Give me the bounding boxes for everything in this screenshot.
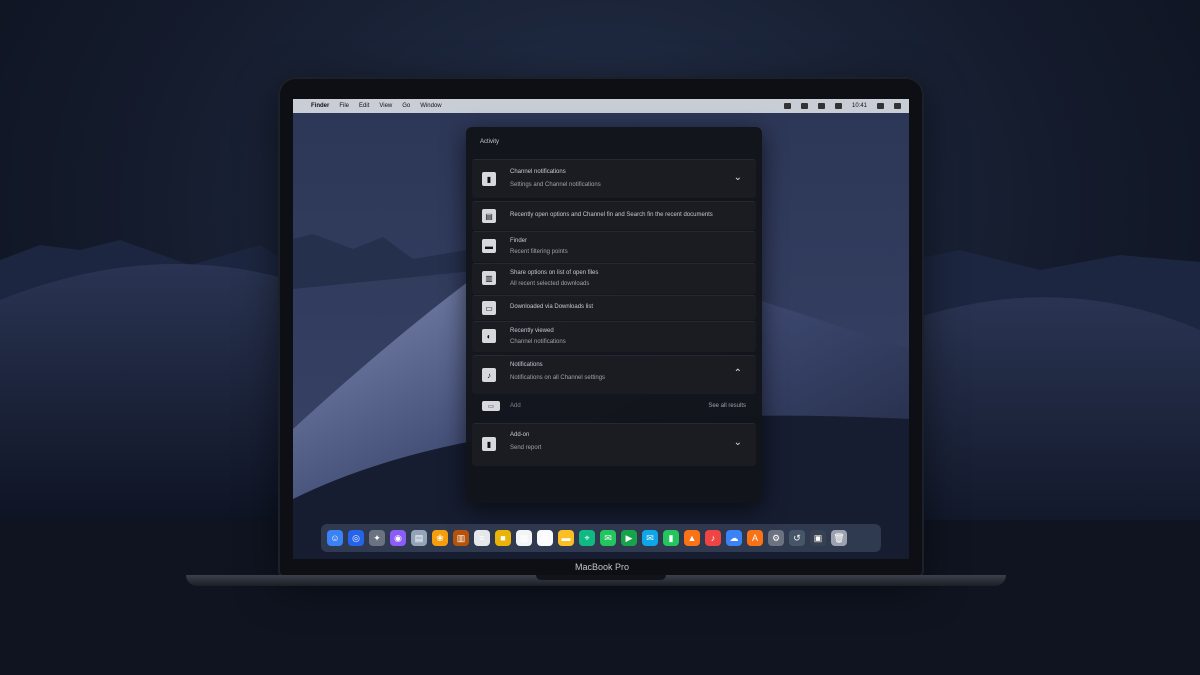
trash-icon[interactable]: 🗑: [831, 530, 847, 546]
menu-item-edit[interactable]: Edit: [359, 103, 369, 109]
row-subtitle: Recent filtering points: [510, 249, 568, 255]
messages-icon[interactable]: ✉: [600, 530, 616, 546]
tag-icon: ▭: [482, 401, 500, 411]
row-title: Recently viewed: [510, 328, 554, 334]
list-item[interactable]: ▤ Recently open options and Channel fin …: [472, 201, 756, 230]
list-item[interactable]: ▮ Add-on Send report ⌄: [472, 423, 756, 466]
photos-icon[interactable]: ❀: [432, 530, 448, 546]
row-subtitle: Channel notifications: [510, 339, 566, 345]
bell-icon: ♪: [482, 368, 496, 382]
list-item[interactable]: ▭ Downloaded via Downloads list: [472, 295, 756, 320]
wifi-icon[interactable]: [817, 103, 825, 109]
dock: ☺ ◎ ✦ ◉ ▤ ❀ ▥ ≡ ■ ▦ ≣ ▬ ⌖ ✉ ▶ ✉ ▮ ▲ ♪ ☁ A ⚙ ↺ ▣ 🗑: [321, 524, 881, 552]
notes-icon[interactable]: ≡: [474, 530, 490, 546]
panel-title: Activity: [480, 139, 500, 145]
launchpad-icon[interactable]: ✦: [369, 530, 385, 546]
list-item[interactable]: ▥ Share options on list of open files Al…: [472, 263, 756, 294]
row-subtitle: Notifications on all Channel settings: [510, 375, 606, 381]
menu-item-window[interactable]: Window: [420, 103, 441, 109]
finder-window-icon: ▬: [482, 239, 496, 253]
menubar-clock[interactable]: 10:41: [852, 103, 867, 109]
list-item[interactable]: ▭ Add See all results: [472, 397, 756, 419]
row-title: Add-on: [510, 432, 530, 438]
safari-icon[interactable]: ◎: [348, 530, 364, 546]
device-label: MacBook Pro: [574, 562, 630, 572]
row-subtitle: Settings and Channel notifications: [510, 182, 601, 188]
list-item[interactable]: ▮ Channel notifications Settings and Cha…: [472, 159, 756, 198]
battery-icon[interactable]: [783, 103, 791, 109]
menu-item-file[interactable]: File: [339, 103, 349, 109]
settings-icon[interactable]: ⚙: [768, 530, 784, 546]
chevron-down-icon[interactable]: ⌄: [734, 172, 742, 183]
textedit-icon[interactable]: ≣: [537, 530, 553, 546]
row-title: Finder: [510, 238, 528, 244]
add-on-icon: ▮: [482, 437, 496, 451]
timemachine-icon[interactable]: ↺: [789, 530, 805, 546]
row-title: Notifications: [510, 362, 543, 368]
mail-icon[interactable]: ✉: [642, 530, 658, 546]
siri-icon[interactable]: ◉: [390, 530, 406, 546]
download-icon: ▭: [482, 301, 496, 315]
app-store-icon[interactable]: A: [747, 530, 763, 546]
menu-item-go[interactable]: Go: [402, 103, 410, 109]
facetime-icon[interactable]: ▶: [621, 530, 637, 546]
row-subtitle: All recent selected downloads: [510, 281, 590, 287]
document-icon: ▮: [482, 172, 496, 186]
preview-icon[interactable]: ▤: [411, 530, 427, 546]
row-title: Add: [510, 403, 521, 409]
numbers-icon[interactable]: ▮: [663, 530, 679, 546]
icloud-icon[interactable]: ☁: [726, 530, 742, 546]
finder-icon[interactable]: ☺: [327, 530, 343, 546]
list-item[interactable]: ◐ Recently viewed Channel notifications: [472, 321, 756, 352]
list-item[interactable]: ♪ Notifications Notifications on all Cha…: [472, 355, 756, 394]
bluetooth-icon[interactable]: [800, 103, 808, 109]
contacts-icon[interactable]: ▥: [453, 530, 469, 546]
maps-icon[interactable]: ⌖: [579, 530, 595, 546]
history-icon: ◐: [482, 329, 496, 343]
chevron-down-icon[interactable]: ⌄: [734, 437, 742, 448]
row-title: Downloaded via Downloads list: [510, 304, 594, 310]
stickies-icon[interactable]: ■: [495, 530, 511, 546]
volume-icon[interactable]: [834, 103, 842, 109]
share-icon: ▥: [482, 271, 496, 285]
menu-list-icon[interactable]: [894, 103, 901, 109]
calendar-icon[interactable]: ▦: [516, 530, 532, 546]
screen-icon[interactable]: ▣: [810, 530, 826, 546]
row-title: Share options on list of open files: [510, 270, 599, 276]
row-title: Recently open options and Channel fin an…: [510, 212, 713, 218]
activity-panel: Activity ▮ Channel notifications Setting…: [466, 127, 762, 503]
folder-icon[interactable]: ▬: [558, 530, 574, 546]
image-icon: ▤: [482, 209, 496, 223]
search-icon[interactable]: [877, 103, 884, 109]
chevron-up-icon[interactable]: ⌃: [734, 368, 742, 379]
list-item[interactable]: ▬ Finder Recent filtering points: [472, 231, 756, 262]
laptop-screen: Finder File Edit View Go Window 10:41 Ac…: [293, 99, 909, 559]
menu-item-view[interactable]: View: [379, 103, 392, 109]
row-subtitle: Send report: [510, 445, 542, 451]
music-icon[interactable]: ♪: [705, 530, 721, 546]
row-title: Channel notifications: [510, 169, 566, 175]
laptop-notch: [536, 575, 666, 580]
see-all-link[interactable]: See all results: [708, 403, 746, 409]
keynote-icon[interactable]: ▲: [684, 530, 700, 546]
menu-bar: Finder File Edit View Go Window 10:41: [293, 99, 909, 113]
menu-item-finder[interactable]: Finder: [311, 103, 329, 109]
